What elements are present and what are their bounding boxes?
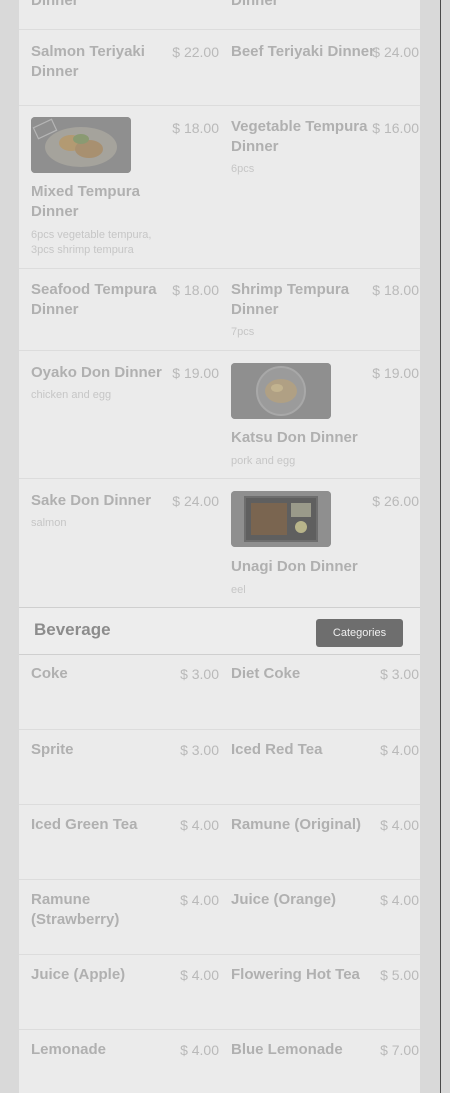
item-name: Unagi Don Dinner [231,558,358,575]
item-name: Vegetable Tempura Dinner [231,118,368,155]
item-name: Seafood Tempura Dinner [31,281,157,318]
menu-row: Coke $ 3.00 Diet Coke $ 3.00 [19,654,420,729]
item-price: $ 18.00 [172,120,219,136]
menu-item[interactable]: Iced Green Tea $ 4.00 [19,805,219,880]
menu-row: Salmon Teriyaki Dinner $ 22.00 Beef Teriy… [19,29,420,106]
menu-item[interactable]: Salmon Teriyaki Dinner $ 22.00 [19,30,219,106]
item-photo [31,117,131,173]
item-price: $ 4.00 [180,892,219,908]
menu-item[interactable]: Juice (Orange) $ 4.00 [219,880,419,955]
item-price: $ 4.00 [380,817,419,833]
menu-item[interactable]: Sake Don Dinner $ 24.00 salmon [19,479,219,608]
menu-row: Seafood Tempura Dinner $ 18.00 Shrimp Tem… [19,268,420,351]
menu-item[interactable]: Beef Teriyaki Dinner $ 24.00 [219,30,419,106]
item-name: Flowering Hot Tea [231,966,360,983]
item-price: $ 4.00 [380,742,419,758]
item-name: Salmon Teriyaki Dinner [31,43,145,80]
section-title: Beverage [34,620,111,639]
item-name: Dinner [31,0,79,9]
menu-item[interactable]: Juice (Apple) $ 4.00 [19,955,219,1030]
item-name: Oyako Don Dinner [31,364,162,381]
item-price: $ 16.00 [372,120,419,136]
item-price: $ 18.00 [172,282,219,298]
menu-item[interactable]: Ramune (Original) $ 4.00 [219,805,419,880]
categories-button[interactable]: Categories [316,619,403,647]
item-price: $ 19.00 [172,365,219,381]
item-name: Beef Teriyaki Dinner [231,43,375,60]
menu-item[interactable]: Shrimp Tempura Dinner $ 18.00 7pcs [219,269,419,351]
menu-item[interactable]: Katsu Don Dinner $ 19.00 pork and egg [219,351,419,479]
item-price: $ 18.00 [372,282,419,298]
menu-item[interactable]: Mixed Tempura Dinner $ 18.00 6pcs vegetab… [19,106,219,269]
item-name: Ramune (Original) [231,816,362,833]
menu-row: Sake Don Dinner $ 24.00 salmon Unagi Don… [19,478,420,608]
item-description: eel [231,584,246,596]
menu-item[interactable]: Coke $ 3.00 [19,654,219,729]
menu-item[interactable]: Dinner [219,0,419,29]
item-price: $ 4.00 [180,1042,219,1058]
menu-item[interactable]: Oyako Don Dinner $ 19.00 chicken and egg [19,351,219,479]
item-price: $ 4.00 [180,967,219,983]
item-price: $ 7.00 [380,1042,419,1058]
menu-panel: Dinner Dinner Salmon Teriyaki Dinner $ 22… [19,0,420,1093]
menu-row: Oyako Don Dinner $ 19.00 chicken and egg… [19,350,420,479]
item-name: Katsu Don Dinner [231,429,358,446]
menu-item[interactable]: Blue Lemonade $ 7.00 [219,1030,419,1093]
item-name: Ramune (Strawberry) [31,891,120,928]
item-price: $ 19.00 [372,365,419,381]
item-price: $ 24.00 [372,44,419,60]
item-name: Dinner [231,0,279,9]
menu-row: Ramune (Strawberry) $ 4.00 Juice (Orange)… [19,879,420,955]
menu-row: Sprite $ 3.00 Iced Red Tea $ 4.00 [19,729,420,805]
menu-row: Mixed Tempura Dinner $ 18.00 6pcs vegetab… [19,105,420,269]
item-price: $ 26.00 [372,493,419,509]
menu-item[interactable]: Diet Coke $ 3.00 [219,654,419,729]
item-description: pork and egg [231,455,296,467]
menu-item[interactable]: Dinner [19,0,219,29]
menu-item[interactable]: Seafood Tempura Dinner $ 18.00 [19,269,219,351]
menu-row: Iced Green Tea $ 4.00 Ramune (Original) … [19,804,420,880]
menu-item[interactable]: Ramune (Strawberry) $ 4.00 [19,880,219,955]
item-price: $ 22.00 [172,44,219,60]
item-name: Mixed Tempura Dinner [31,183,140,220]
item-name: Iced Green Tea [31,816,138,833]
section-header: Beverage Categories [19,607,420,655]
menu-item[interactable]: Sprite $ 3.00 [19,730,219,805]
item-name: Shrimp Tempura Dinner [231,281,350,318]
menu-row: Juice (Apple) $ 4.00 Flowering Hot Tea $… [19,954,420,1030]
item-name: Lemonade [31,1041,107,1058]
item-name: Sake Don Dinner [31,492,152,509]
item-price: $ 3.00 [180,666,219,682]
item-price: $ 4.00 [380,892,419,908]
item-description: 6pcs vegetable tempura, 3pcs shrimp tempu… [31,229,152,256]
item-name: Blue Lemonade [231,1041,343,1058]
menu-row: Dinner Dinner [19,0,420,29]
menu-item[interactable]: Unagi Don Dinner $ 26.00 eel [219,479,419,608]
item-name: Sprite [31,741,74,758]
menu-item[interactable]: Vegetable Tempura Dinner $ 16.00 6pcs [219,106,419,269]
item-photo [231,363,331,419]
item-price: $ 3.00 [380,666,419,682]
item-description: chicken and egg [31,389,112,401]
item-price: $ 3.00 [180,742,219,758]
item-description: 7pcs [231,326,255,338]
menu-item[interactable]: Iced Red Tea $ 4.00 [219,730,419,805]
menu-item[interactable]: Lemonade $ 4.00 [19,1030,219,1093]
item-name: Diet Coke [231,665,301,682]
item-name: Juice (Orange) [231,891,337,908]
menu-item[interactable]: Flowering Hot Tea $ 5.00 [219,955,419,1030]
item-name: Iced Red Tea [231,741,323,758]
menu-row: Lemonade $ 4.00 Blue Lemonade $ 7.00 [19,1029,420,1093]
item-price: $ 4.00 [180,817,219,833]
item-price: $ 5.00 [380,967,419,983]
item-description: salmon [31,517,67,529]
item-description: 6pcs [231,163,255,175]
item-photo [231,491,331,547]
scroll-rail [440,0,441,1093]
item-name: Coke [31,665,68,682]
item-price: $ 24.00 [172,493,219,509]
item-name: Juice (Apple) [31,966,126,983]
